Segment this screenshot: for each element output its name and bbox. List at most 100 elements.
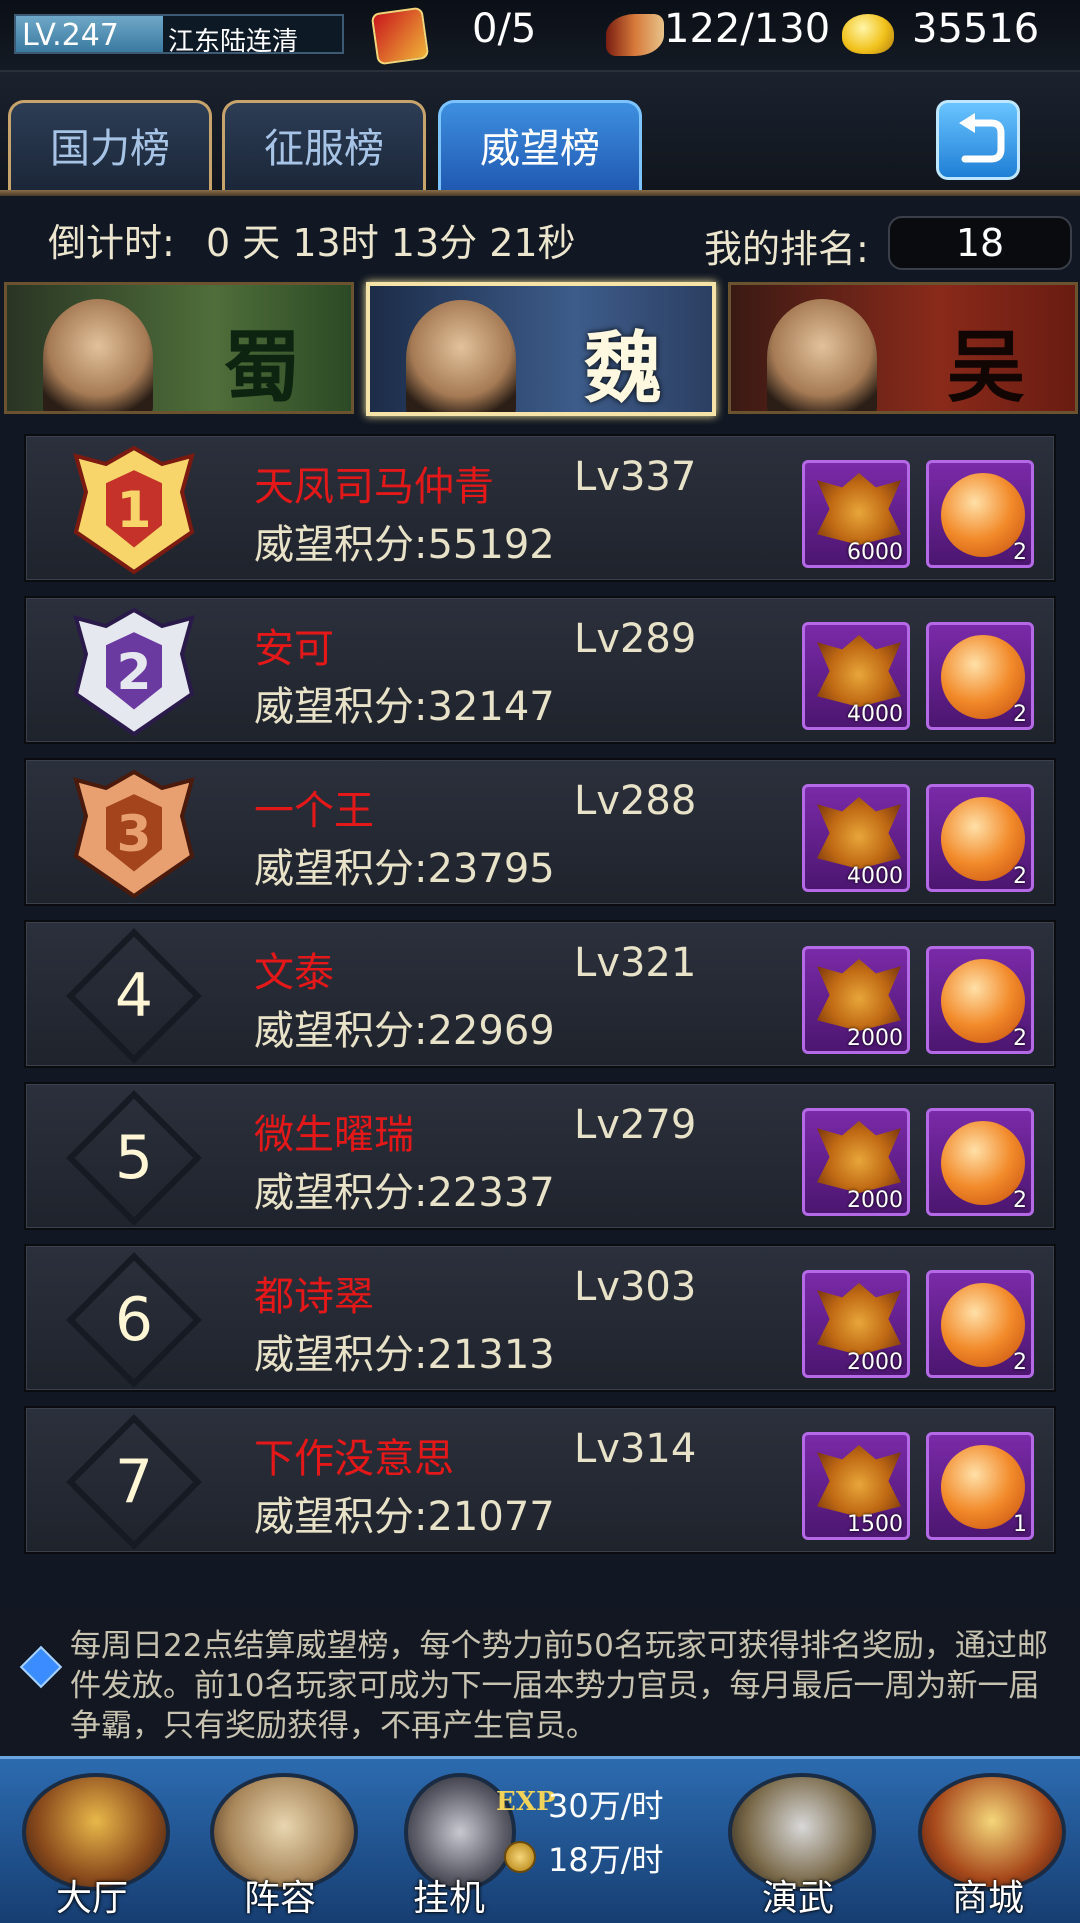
prestige-crest-icon[interactable]: 4000 [802, 622, 910, 730]
exp-rate: 30万/时 [548, 1787, 664, 1825]
notice-panel: 每周日22点结算威望榜，每个势力前50名玩家可获得排名奖励，通过邮件发放。前10… [0, 1610, 1080, 1756]
nav-lineup-label: 阵容 [243, 1878, 316, 1919]
nav-arena-button[interactable]: 演武 [708, 1761, 888, 1921]
reward-quantity: 4000 [847, 864, 903, 889]
player-level: Lv279 [574, 1102, 697, 1148]
prestige-crest-icon[interactable]: 1500 [802, 1432, 910, 1540]
rank-number: 3 [116, 805, 152, 863]
prestige-score: 威望积分:22969 [254, 1008, 555, 1054]
rank-number: 1 [116, 481, 152, 539]
crest-graphic [817, 635, 901, 707]
reward-quantity: 2000 [847, 1026, 903, 1051]
reward-quantity: 2 [1013, 702, 1027, 727]
nav-lineup-button[interactable]: 阵容 [190, 1761, 370, 1921]
tab-national-power[interactable]: 国力榜 [8, 100, 212, 192]
reward-quantity: 4000 [847, 702, 903, 727]
ranking-row[interactable]: 6 都诗翠 Lv303 威望积分:21313 2000 2 [24, 1244, 1056, 1392]
tab-conquest[interactable]: 征服榜 [222, 100, 426, 192]
order-count: 0/5 [472, 6, 537, 52]
reward-quantity: 2000 [847, 1350, 903, 1375]
bottom-nav: 大厅 阵容 挂机 EXP 30万/时 18万/时 演武 商城 [0, 1756, 1080, 1923]
player-name[interactable]: 一个王 [254, 778, 374, 836]
faction-tab-wu[interactable]: 吴 [728, 282, 1078, 414]
crest-graphic [817, 797, 901, 869]
player-name[interactable]: 下作没意思 [254, 1426, 454, 1484]
countdown-value: 0 天 13时 13分 21秒 [206, 221, 576, 265]
my-rank-value: 18 [888, 216, 1072, 270]
rank-number: 2 [116, 643, 152, 701]
gold-ingot-icon[interactable] [842, 14, 894, 54]
my-rank-label: 我的排名: [704, 227, 869, 271]
nav-hall-label: 大厅 [55, 1878, 128, 1919]
general-portrait [406, 300, 516, 412]
stamina-count: 122/130 [664, 6, 831, 52]
general-portrait [43, 299, 153, 411]
dragon-orb-icon[interactable]: 2 [926, 1270, 1034, 1378]
prestige-score: 威望积分:23795 [254, 846, 555, 892]
order-token-icon[interactable] [370, 6, 430, 66]
nav-idle-label: 挂机 [412, 1878, 485, 1919]
dragon-orb-icon[interactable]: 2 [926, 784, 1034, 892]
nav-shop-label: 商城 [951, 1878, 1024, 1919]
player-name[interactable]: 微生曜瑞 [254, 1102, 414, 1160]
ranking-list[interactable]: 1 天凤司马仲青 Lv337 威望积分:55192 6000 2 2 安可 Lv289 威望积分:… [24, 434, 1056, 1598]
nav-arena-label: 演武 [761, 1878, 834, 1919]
dragon-orb-icon[interactable]: 2 [926, 946, 1034, 1054]
dragon-orb-icon[interactable]: 2 [926, 622, 1034, 730]
crest-graphic [817, 473, 901, 545]
faction-name: 魏 [583, 323, 662, 414]
prestige-crest-icon[interactable]: 2000 [802, 946, 910, 1054]
war-horn-icon[interactable] [606, 14, 664, 56]
player-level-bar[interactable]: LV.247 江东陆连清 [14, 14, 344, 57]
player-level: Lv288 [574, 778, 697, 824]
reward-quantity: 2 [1013, 1026, 1027, 1051]
nav-hall-button[interactable]: 大厅 [2, 1761, 182, 1921]
faction-tab-shu[interactable]: 蜀 [4, 282, 354, 414]
faction-tab-wei[interactable]: 魏 [366, 282, 716, 416]
prestige-score: 威望积分:22337 [254, 1170, 555, 1216]
reward-quantity: 2 [1013, 1350, 1027, 1375]
rank-number: 6 [114, 1285, 154, 1355]
nav-idle-button[interactable]: 挂机 EXP 30万/时 18万/时 [364, 1761, 704, 1921]
dragon-orb-icon[interactable]: 2 [926, 1108, 1034, 1216]
nav-shop-button[interactable]: 商城 [898, 1761, 1078, 1921]
prestige-crest-icon[interactable]: 2000 [802, 1270, 910, 1378]
prestige-score: 威望积分:21313 [254, 1332, 555, 1378]
rank-number: 4 [114, 961, 154, 1031]
crest-graphic [817, 1121, 901, 1193]
tab-prestige[interactable]: 威望榜 [438, 100, 642, 192]
player-level: Lv321 [574, 940, 697, 986]
prestige-crest-icon[interactable]: 4000 [802, 784, 910, 892]
dragon-orb-icon[interactable]: 1 [926, 1432, 1034, 1540]
ranking-row[interactable]: 3 一个王 Lv288 威望积分:23795 4000 2 [24, 758, 1056, 906]
prestige-crest-icon[interactable]: 6000 [802, 460, 910, 568]
reward-quantity: 2 [1013, 1188, 1027, 1213]
ranking-row[interactable]: 2 安可 Lv289 威望积分:32147 4000 2 [24, 596, 1056, 744]
dragon-orb-icon[interactable]: 2 [926, 460, 1034, 568]
back-button[interactable] [936, 100, 1020, 180]
ranking-row[interactable]: 7 下作没意思 Lv314 威望积分:21077 1500 1 [24, 1406, 1056, 1554]
prestige-score: 威望积分:55192 [254, 522, 555, 568]
rank-number: 5 [114, 1123, 154, 1193]
ranking-tabs: 国力榜 征服榜 威望榜 [0, 72, 1080, 196]
reward-quantity: 2 [1013, 540, 1027, 565]
blue-diamond-icon [19, 1645, 63, 1689]
reward-quantity: 2000 [847, 1188, 903, 1213]
player-name[interactable]: 天凤司马仲青 [254, 454, 494, 512]
reward-quantity: 6000 [847, 540, 903, 565]
tabs-divider [0, 190, 1080, 196]
ranking-row[interactable]: 1 天凤司马仲青 Lv337 威望积分:55192 6000 2 [24, 434, 1056, 582]
prestige-score: 威望积分:21077 [254, 1494, 555, 1540]
exp-icon: EXP [496, 1787, 556, 1817]
ranking-row[interactable]: 5 微生曜瑞 Lv279 威望积分:22337 2000 2 [24, 1082, 1056, 1230]
ranking-row[interactable]: 4 文泰 Lv321 威望积分:22969 2000 2 [24, 920, 1056, 1068]
crest-graphic [817, 1445, 901, 1517]
prestige-score: 威望积分:32147 [254, 684, 555, 730]
player-name[interactable]: 都诗翠 [254, 1264, 374, 1322]
player-name[interactable]: 安可 [254, 616, 334, 674]
prestige-crest-icon[interactable]: 2000 [802, 1108, 910, 1216]
general-portrait [767, 299, 877, 411]
reward-quantity: 1500 [847, 1512, 903, 1537]
player-level: Lv314 [574, 1426, 697, 1472]
player-name[interactable]: 文泰 [254, 940, 334, 998]
